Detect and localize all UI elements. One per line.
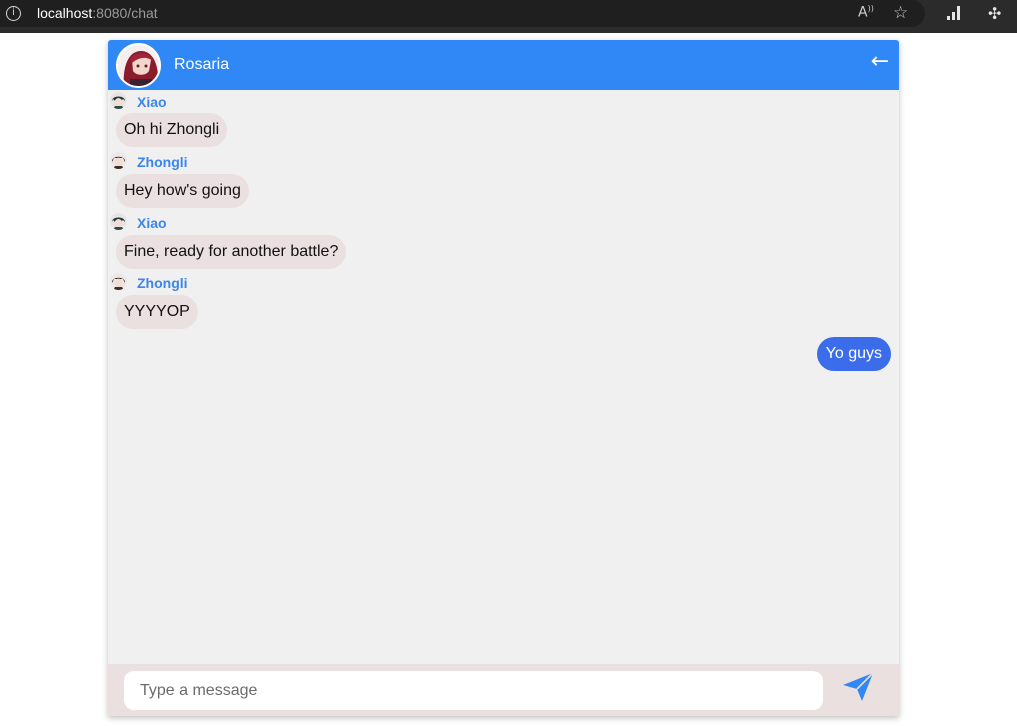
chat-header: Rosaria ← bbox=[108, 40, 899, 90]
sender-name: Zhongli bbox=[137, 275, 188, 291]
sender-avatar-icon bbox=[110, 213, 127, 230]
message-bubble: YYYYOP bbox=[116, 295, 198, 329]
chat-title: Rosaria bbox=[174, 56, 230, 73]
send-icon[interactable] bbox=[842, 672, 880, 708]
message-bubble: Hey how's going bbox=[116, 174, 249, 208]
message-composer bbox=[108, 664, 899, 716]
message-bubble: Oh hi Zhongli bbox=[116, 113, 228, 147]
own-message-bubble: Yo guys bbox=[816, 337, 891, 371]
info-icon[interactable]: i bbox=[6, 6, 21, 21]
url-host: localhost bbox=[37, 5, 93, 21]
sender-name: Xiao bbox=[137, 94, 167, 110]
sender-avatar-icon bbox=[110, 92, 127, 109]
back-arrow-icon[interactable]: ← bbox=[868, 50, 892, 74]
address-bar[interactable]: i localhost:8080/chat A)) ☆ bbox=[0, 0, 925, 27]
url-path: :8080/chat bbox=[92, 5, 158, 21]
sender-name: Zhongli bbox=[137, 154, 188, 170]
message-list: Xiao Oh hi Zhongli Zhongli Hey how's goi… bbox=[108, 90, 899, 664]
sender-name: Xiao bbox=[137, 215, 167, 231]
sender-avatar-icon bbox=[110, 273, 127, 290]
message-input[interactable] bbox=[124, 671, 823, 710]
browser-toolbar: i localhost:8080/chat A)) ☆ ✣ bbox=[0, 0, 1017, 33]
extension-bars-icon[interactable] bbox=[947, 6, 961, 20]
favorite-icon[interactable]: ☆ bbox=[893, 3, 908, 23]
sender-avatar-icon bbox=[110, 152, 127, 169]
chat-window: Rosaria ← Xiao Oh hi Zhongli Zhongli Hey… bbox=[108, 40, 899, 716]
url-text[interactable]: localhost:8080/chat bbox=[37, 5, 158, 21]
read-aloud-icon[interactable]: A)) bbox=[858, 4, 874, 21]
message-bubble: Fine, ready for another battle? bbox=[116, 235, 347, 269]
extensions-puzzle-icon[interactable]: ✣ bbox=[988, 4, 1001, 23]
avatar bbox=[116, 43, 161, 88]
